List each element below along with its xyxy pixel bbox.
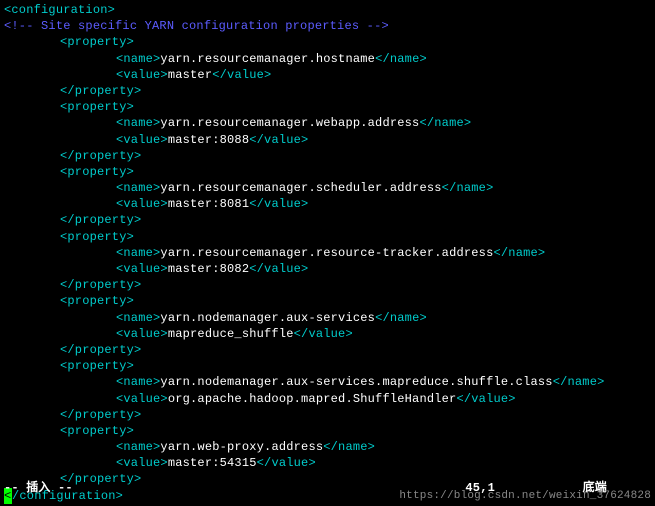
property-open-tag: <property> xyxy=(4,423,651,439)
property-open-tag: <property> xyxy=(4,229,651,245)
xml-comment: <!-- Site specific YARN configuration pr… xyxy=(4,18,651,34)
property-close-tag: </property> xyxy=(4,83,651,99)
vim-mode: -- 插入 -- xyxy=(4,480,73,496)
property-name: <name>yarn.web-proxy.address</name> xyxy=(4,439,651,455)
property-open-tag: <property> xyxy=(4,99,651,115)
property-open-tag: <property> xyxy=(4,164,651,180)
property-open-tag: <property> xyxy=(4,34,651,50)
property-value: <value>mapreduce_shuffle</value> xyxy=(4,326,651,342)
property-close-tag: </property> xyxy=(4,277,651,293)
property-name: <name>yarn.resourcemanager.hostname</nam… xyxy=(4,51,651,67)
property-name: <name>yarn.resourcemanager.resource-trac… xyxy=(4,245,651,261)
property-value: <value>master:8082</value> xyxy=(4,261,651,277)
property-close-tag: </property> xyxy=(4,342,651,358)
property-close-tag: </property> xyxy=(4,407,651,423)
watermark-text: https://blog.csdn.net/weixin_37624828 xyxy=(399,489,651,504)
property-value: <value>master</value> xyxy=(4,67,651,83)
property-name: <name>yarn.nodemanager.aux-services</nam… xyxy=(4,310,651,326)
property-value: <value>org.apache.hadoop.mapred.ShuffleH… xyxy=(4,391,651,407)
property-close-tag: </property> xyxy=(4,148,651,164)
property-name: <name>yarn.resourcemanager.webapp.addres… xyxy=(4,115,651,131)
terminal-editor[interactable]: <configuration> <!-- Site specific YARN … xyxy=(0,0,655,506)
property-close-tag: </property> xyxy=(4,212,651,228)
property-value: <value>master:8088</value> xyxy=(4,132,651,148)
property-name: <name>yarn.resourcemanager.scheduler.add… xyxy=(4,180,651,196)
property-value: <value>master:8081</value> xyxy=(4,196,651,212)
property-open-tag: <property> xyxy=(4,358,651,374)
config-open-tag: <configuration> xyxy=(4,2,651,18)
property-open-tag: <property> xyxy=(4,293,651,309)
property-value: <value>master:54315</value> xyxy=(4,455,651,471)
property-name: <name>yarn.nodemanager.aux-services.mapr… xyxy=(4,374,651,390)
property-close-tag: </property> xyxy=(4,471,651,487)
